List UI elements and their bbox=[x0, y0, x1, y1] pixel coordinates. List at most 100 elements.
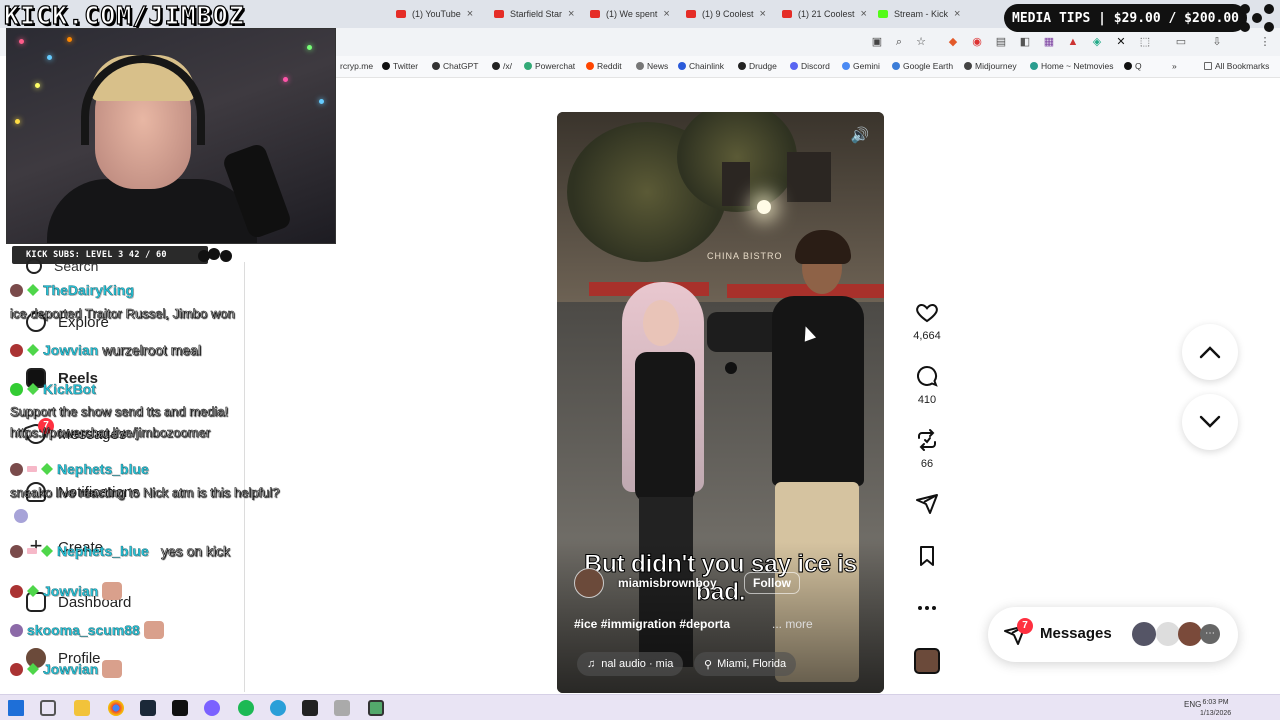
chainlink-icon bbox=[678, 62, 686, 70]
nav-search[interactable]: Search bbox=[26, 258, 98, 274]
user-badge bbox=[10, 283, 23, 297]
more-link[interactable]: ... more bbox=[772, 617, 813, 631]
chat-message: KickBot bbox=[10, 381, 96, 397]
video-hashtags[interactable]: #ice #immigration #deporta bbox=[574, 617, 730, 631]
app-icon[interactable] bbox=[302, 700, 318, 716]
close-icon[interactable]: × bbox=[861, 8, 867, 20]
repost-count: 66 bbox=[920, 458, 934, 470]
menu-kebab-icon[interactable]: ⋮ bbox=[1258, 35, 1272, 49]
screen: (1) YouTube × Starfield Star × (1) We spen… bbox=[0, 0, 1280, 720]
reddit-icon bbox=[586, 62, 594, 70]
verified-icon bbox=[27, 383, 39, 395]
windows-start-icon[interactable] bbox=[8, 700, 24, 716]
clock[interactable]: 6:03 PM 1/13/2026 bbox=[1200, 697, 1231, 719]
more-dots-icon: ⋯ bbox=[1200, 624, 1220, 644]
app-icon[interactable] bbox=[204, 700, 220, 716]
location-pill[interactable]: ⚲ Miami, Florida bbox=[694, 652, 797, 676]
author-avatar[interactable] bbox=[574, 568, 604, 598]
x-twitter-icon[interactable]: ✕ bbox=[1114, 35, 1128, 49]
extension-icon[interactable]: ◧ bbox=[1018, 35, 1032, 49]
close-icon[interactable]: × bbox=[568, 8, 574, 20]
bookmark-gemini[interactable]: Gemini bbox=[842, 61, 880, 71]
gemini-icon bbox=[842, 62, 850, 70]
extension-icon[interactable]: ▤ bbox=[994, 35, 1008, 49]
audio-pill[interactable]: ♫ nal audio · mia bbox=[577, 652, 684, 676]
telegram-icon[interactable] bbox=[270, 700, 286, 716]
zoom-icon[interactable]: ⌕ bbox=[892, 35, 906, 49]
google-earth-icon bbox=[892, 62, 900, 70]
file-explorer-icon[interactable] bbox=[74, 700, 90, 716]
more-options-button[interactable] bbox=[906, 596, 948, 620]
messages-button[interactable]: 7 Messages ⋯ bbox=[988, 607, 1238, 662]
download-icon[interactable]: ⇩ bbox=[1210, 35, 1224, 49]
next-reel-button[interactable] bbox=[1182, 394, 1238, 450]
obs-icon[interactable] bbox=[172, 700, 188, 716]
tab-starfield[interactable]: Starfield Star × bbox=[494, 4, 582, 24]
bookmark-powerchat[interactable]: Powerchat bbox=[524, 61, 575, 71]
extensions-puzzle-icon[interactable]: ⬚ bbox=[1138, 35, 1152, 49]
previous-reel-button[interactable] bbox=[1182, 324, 1238, 380]
chat-message: Nephets_blue bbox=[10, 461, 149, 477]
close-icon[interactable]: × bbox=[760, 8, 766, 20]
kick-gem-icon bbox=[41, 463, 53, 475]
tab-9-coolest[interactable]: (1) 9 Coolest × bbox=[686, 4, 776, 24]
author-username[interactable]: miamisbrownboy bbox=[618, 576, 717, 590]
task-view-icon[interactable] bbox=[40, 700, 56, 716]
repost-button[interactable]: 66 bbox=[906, 428, 948, 470]
metamask-icon[interactable]: ◆ bbox=[946, 35, 960, 49]
close-icon[interactable]: × bbox=[467, 8, 473, 20]
bookmark-chainlink[interactable]: Chainlink bbox=[678, 61, 724, 71]
more-dots-icon bbox=[918, 606, 936, 610]
screenshot-icon[interactable]: ▣ bbox=[870, 35, 884, 49]
extension-icon[interactable]: ▦ bbox=[1042, 35, 1056, 49]
bookmark-midjourney[interactable]: Midjourney bbox=[964, 61, 1017, 71]
bookmark-news[interactable]: News bbox=[636, 61, 668, 71]
bookmark-drudge[interactable]: Drudge bbox=[738, 61, 777, 71]
bookmark-reddit[interactable]: Reddit bbox=[586, 61, 622, 71]
audio-thumbnail[interactable] bbox=[914, 648, 940, 674]
kick-icon bbox=[878, 10, 888, 18]
chat-message-link[interactable]: https://powerchat.live/jimbozoomer bbox=[10, 425, 211, 441]
steam-icon[interactable] bbox=[140, 700, 156, 716]
app-icon[interactable] bbox=[334, 700, 350, 716]
save-button[interactable] bbox=[906, 544, 948, 568]
sound-toggle-icon[interactable]: 🔊 bbox=[848, 126, 872, 146]
like-button[interactable]: 4,664 bbox=[906, 300, 948, 342]
side-panel-icon[interactable]: ▭ bbox=[1174, 35, 1188, 49]
bookmark-x[interactable]: /x/ bbox=[492, 61, 512, 71]
extension-icon[interactable]: ◈ bbox=[1090, 35, 1104, 49]
chat-message: skooma_scum88 bbox=[10, 621, 164, 639]
bookmark-rcryp[interactable]: rcryp.me bbox=[340, 61, 373, 71]
chat-message-text: ice deported Traitor Russel, Jimbo won bbox=[10, 306, 235, 322]
all-bookmarks-button[interactable]: All Bookmarks bbox=[1204, 61, 1269, 71]
bookmark-chatgpt[interactable]: ChatGPT bbox=[432, 61, 478, 71]
extension-icon[interactable]: ▲ bbox=[1066, 35, 1080, 49]
tab-stream-kick[interactable]: Stream - Kick × bbox=[878, 4, 964, 24]
music-note-icon: ♫ bbox=[587, 658, 596, 670]
bookmark-twitter[interactable]: Twitter bbox=[382, 61, 418, 71]
chat-message-text: Support the show send tts and media! bbox=[10, 404, 229, 420]
bookmark-netmovies[interactable]: Home ~ Netmovies bbox=[1030, 61, 1114, 71]
tab-youtube[interactable]: (1) YouTube × bbox=[396, 4, 488, 24]
bookmark-google-earth[interactable]: Google Earth bbox=[892, 61, 953, 71]
youtube-icon bbox=[590, 10, 600, 18]
bookmark-q[interactable]: Q bbox=[1124, 61, 1142, 71]
follow-button[interactable]: Follow bbox=[744, 572, 800, 594]
spotify-icon[interactable] bbox=[238, 700, 254, 716]
bookmarks-overflow[interactable]: » bbox=[1172, 61, 1177, 71]
emote bbox=[14, 509, 28, 523]
kick-logo-icon bbox=[198, 246, 236, 268]
share-button[interactable] bbox=[906, 492, 948, 516]
close-icon[interactable]: × bbox=[954, 8, 960, 20]
app-icon[interactable] bbox=[368, 700, 384, 716]
tab-21-coolest[interactable]: (1) 21 Coolest × bbox=[782, 4, 872, 24]
tab-we-spent[interactable]: (1) We spent × bbox=[590, 4, 680, 24]
netmovies-icon bbox=[1030, 62, 1038, 70]
bookmark-discord[interactable]: Discord bbox=[790, 61, 830, 71]
language-indicator[interactable]: ENG bbox=[1184, 700, 1201, 709]
bookmark-star-icon[interactable]: ☆ bbox=[914, 35, 928, 49]
comment-button[interactable]: 410 bbox=[906, 364, 948, 406]
extension-icon[interactable]: ◉ bbox=[970, 35, 984, 49]
chrome-icon[interactable] bbox=[108, 700, 124, 716]
close-icon[interactable]: × bbox=[663, 8, 669, 20]
